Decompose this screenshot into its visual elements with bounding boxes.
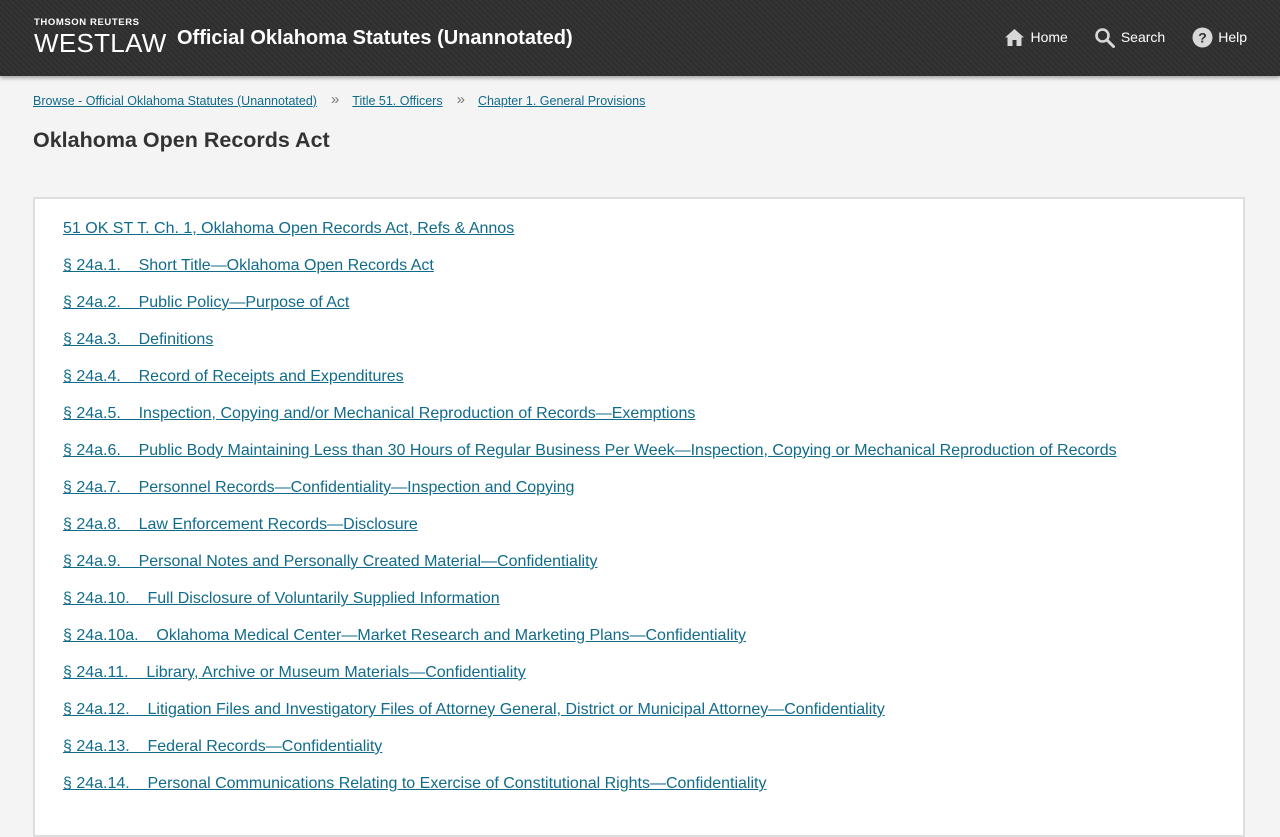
toc-link[interactable]: § 24a.11. Library, Archive or Museum Mat… <box>63 664 526 681</box>
toc-item: § 24a.8. Law Enforcement Records—Disclos… <box>63 515 1117 552</box>
toc-link[interactable]: § 24a.9. Personal Notes and Personally C… <box>63 553 598 570</box>
toc-item: § 24a.13. Federal Records—Confidentialit… <box>63 737 1117 774</box>
toc-link[interactable]: § 24a.5. Inspection, Copying and/or Mech… <box>63 405 695 422</box>
westlaw-logo[interactable]: THOMSON REUTERS WESTLAW <box>34 17 167 58</box>
toc-item: § 24a.9. Personal Notes and Personally C… <box>63 552 1117 589</box>
toc-link[interactable]: § 24a.14. Personal Communications Relati… <box>63 775 766 792</box>
toc-link[interactable]: § 24a.2. Public Policy—Purpose of Act <box>63 294 349 311</box>
breadcrumb-separator-icon: » <box>456 91 465 108</box>
toc-item: § 24a.7. Personnel Records—Confidentiali… <box>63 478 1117 515</box>
toc-link[interactable]: § 24a.6. Public Body Maintaining Less th… <box>63 442 1117 459</box>
toc-item: § 24a.3. Definitions <box>63 330 1117 367</box>
toc-link[interactable]: § 24a.3. Definitions <box>63 331 213 348</box>
toc-item: § 24a.1. Short Title—Oklahoma Open Recor… <box>63 256 1117 293</box>
home-icon <box>1003 26 1025 48</box>
toc-link[interactable]: § 24a.10a. Oklahoma Medical Center—Marke… <box>63 627 746 644</box>
toc-list: 51 OK ST T. Ch. 1, Oklahoma Open Records… <box>63 219 1117 811</box>
home-label: Home <box>1030 29 1068 45</box>
toc-link[interactable]: 51 OK ST T. Ch. 1, Oklahoma Open Records… <box>63 220 514 237</box>
svg-text:?: ? <box>1198 29 1207 45</box>
toc-link[interactable]: § 24a.4. Record of Receipts and Expendit… <box>63 368 404 385</box>
top-header: THOMSON REUTERS WESTLAW Official Oklahom… <box>0 0 1280 76</box>
toc-link[interactable]: § 24a.12. Litigation Files and Investiga… <box>63 701 885 718</box>
toc-item: § 24a.14. Personal Communications Relati… <box>63 774 1117 811</box>
breadcrumb-link-title[interactable]: Title 51. Officers <box>352 93 442 109</box>
breadcrumb-link-chapter[interactable]: Chapter 1. General Provisions <box>478 93 645 109</box>
toc-link[interactable]: § 24a.10. Full Disclosure of Voluntarily… <box>63 590 500 607</box>
search-button[interactable]: Search <box>1094 24 1165 50</box>
toc-item: § 24a.11. Library, Archive or Museum Mat… <box>63 663 1117 700</box>
toc-item: § 24a.6. Public Body Maintaining Less th… <box>63 441 1117 478</box>
page-title: Oklahoma Open Records Act <box>33 128 330 152</box>
toc-item: 51 OK ST T. Ch. 1, Oklahoma Open Records… <box>63 219 1117 256</box>
toc-link[interactable]: § 24a.1. Short Title—Oklahoma Open Recor… <box>63 257 434 274</box>
toc-link[interactable]: § 24a.8. Law Enforcement Records—Disclos… <box>63 516 418 533</box>
toc-link[interactable]: § 24a.13. Federal Records—Confidentialit… <box>63 738 382 755</box>
brand-top-text: THOMSON REUTERS <box>34 17 140 28</box>
help-label: Help <box>1218 29 1247 45</box>
toc-item: § 24a.5. Inspection, Copying and/or Mech… <box>63 404 1117 441</box>
toc-link[interactable]: § 24a.7. Personnel Records—Confidentiali… <box>63 479 574 496</box>
toc-item: § 24a.2. Public Policy—Purpose of Act <box>63 293 1117 330</box>
app-title: Official Oklahoma Statutes (Unannotated) <box>177 27 573 49</box>
help-button[interactable]: ? Help <box>1191 24 1247 50</box>
brand-main-text: WESTLAW <box>34 28 167 58</box>
breadcrumb-separator-icon: » <box>330 91 340 108</box>
home-button[interactable]: Home <box>1003 24 1068 50</box>
breadcrumb: Browse - Official Oklahoma Statutes (Una… <box>33 91 645 109</box>
breadcrumb-link-browse[interactable]: Browse - Official Oklahoma Statutes (Una… <box>33 93 317 109</box>
toc-item: § 24a.4. Record of Receipts and Expendit… <box>63 367 1117 404</box>
toc-item: § 24a.12. Litigation Files and Investiga… <box>63 700 1117 737</box>
toc-panel: 51 OK ST T. Ch. 1, Oklahoma Open Records… <box>33 197 1245 837</box>
toc-item: § 24a.10. Full Disclosure of Voluntarily… <box>63 589 1117 626</box>
header-nav: Home Search ? Help <box>977 24 1247 50</box>
search-icon <box>1094 26 1116 48</box>
toc-item: § 24a.10a. Oklahoma Medical Center—Marke… <box>63 626 1117 663</box>
help-icon: ? <box>1191 26 1213 48</box>
search-label: Search <box>1120 29 1166 45</box>
